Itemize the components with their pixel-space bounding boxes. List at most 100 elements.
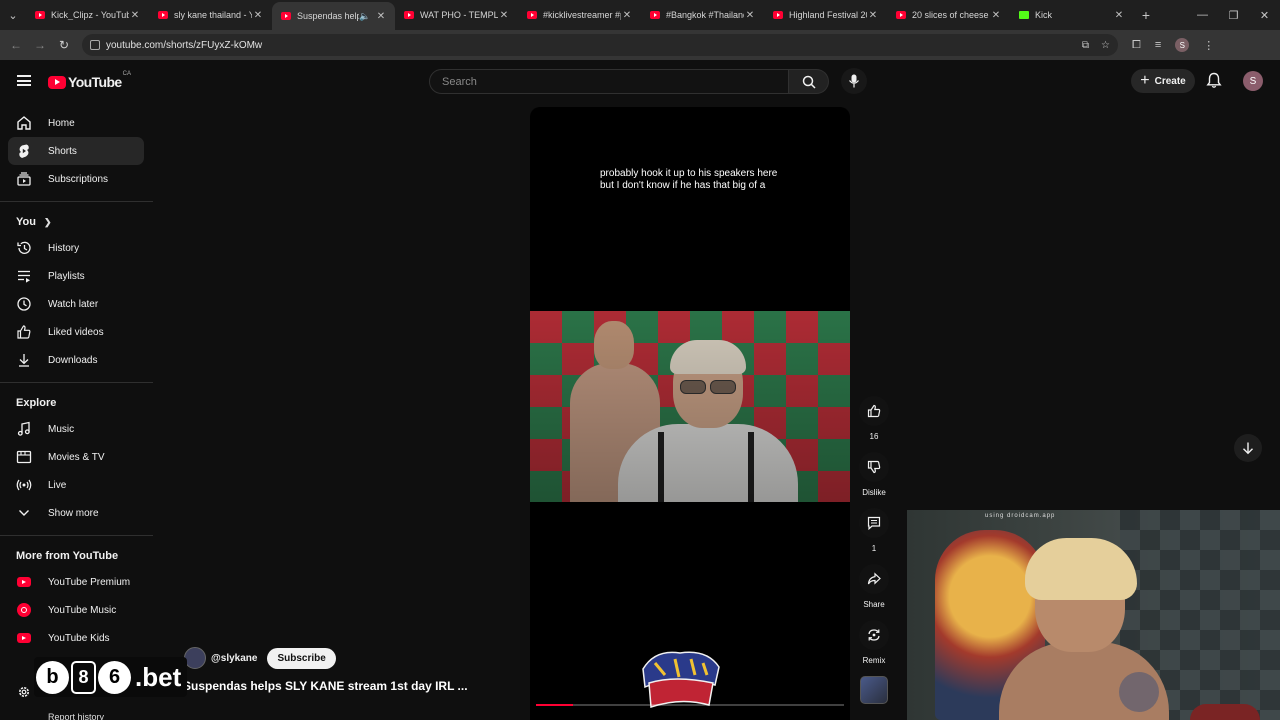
tab-audio-icon[interactable]: 🔈 (359, 11, 371, 22)
browser-tab[interactable]: WAT PHO - TEMPLE ✕ (395, 0, 518, 30)
youtube-favicon-icon (650, 11, 660, 19)
sidebar-item-subscriptions[interactable]: Subscriptions (8, 165, 144, 193)
sidebar-item-watch-later[interactable]: Watch later (8, 290, 144, 318)
close-tab-icon[interactable]: ✕ (1113, 10, 1125, 21)
forward-button[interactable]: → (28, 38, 52, 52)
youtube-favicon-icon (281, 12, 291, 20)
explore-section-heading: Explore (0, 391, 153, 415)
sidebar-item-report-history[interactable]: Report history (48, 712, 104, 720)
more-from-youtube-heading: More from YouTube (0, 544, 153, 568)
you-section-heading[interactable]: You ❯ (0, 210, 153, 234)
back-button[interactable]: ← (4, 38, 28, 52)
minimize-button[interactable]: — (1187, 9, 1218, 22)
subscriptions-icon (16, 171, 32, 187)
voice-search-button[interactable] (841, 68, 867, 94)
sidebar-item-downloads[interactable]: Downloads (8, 346, 144, 374)
sidebar-item-playlists[interactable]: Playlists (8, 262, 144, 290)
create-button[interactable]: + Create (1131, 69, 1195, 93)
channel-handle[interactable]: @slykane (211, 653, 257, 664)
install-app-icon[interactable]: ⧉ (1082, 40, 1089, 51)
new-tab-button[interactable]: + (1133, 7, 1159, 23)
close-tab-icon[interactable]: ✕ (252, 10, 264, 21)
media-controls-icon[interactable]: ≡ (1155, 39, 1161, 51)
sponsor-logo-part-1: b (36, 660, 69, 694)
sidebar-item-history[interactable]: History (8, 234, 144, 262)
youtube-premium-icon (16, 574, 32, 590)
browser-tab[interactable]: #Bangkok #Thailand ✕ (641, 0, 764, 30)
browser-tab[interactable]: Highland Festival 20 ✕ (764, 0, 887, 30)
browser-profile-avatar[interactable]: S (1175, 38, 1190, 52)
omnibox[interactable]: youtube.com/shorts/zFUyxZ-kOMw ⧉ ☆ (82, 34, 1118, 56)
chair (1190, 704, 1260, 720)
sidebar-item-label: Movies & TV (48, 451, 105, 463)
search-input[interactable] (442, 75, 788, 88)
subscribe-button[interactable]: Subscribe (267, 647, 336, 669)
account-avatar[interactable]: S (1243, 71, 1263, 91)
close-tab-icon[interactable]: ✕ (129, 10, 141, 21)
share-label: Share (863, 600, 885, 609)
window-controls: — ❐ ✕ (1187, 9, 1280, 22)
notifications-button[interactable] (1206, 72, 1222, 94)
like-button[interactable] (859, 396, 889, 426)
close-tab-icon[interactable]: ✕ (498, 10, 510, 21)
sidebar-item-liked-videos[interactable]: Liked videos (8, 318, 144, 346)
shorts-player[interactable]: probably hook it up to his speakers here… (530, 107, 850, 720)
sidebar-item-label: Music (48, 423, 75, 435)
browser-menu-icon[interactable]: ⋮ (1203, 39, 1214, 52)
dislike-action: Dislike (858, 452, 890, 497)
audio-source-thumbnail[interactable] (860, 676, 888, 704)
tab-title: #Bangkok #Thailand (666, 10, 744, 20)
sidebar-item-live[interactable]: Live (8, 471, 144, 499)
tab-search-button[interactable]: ⌄ (0, 0, 26, 30)
youtube-masthead: YouTube CA + Create S (0, 62, 1280, 100)
youtube-logo[interactable]: YouTube CA (48, 71, 131, 90)
dislike-button[interactable] (859, 452, 889, 482)
maximize-button[interactable]: ❐ (1218, 9, 1249, 22)
bookmark-star-icon[interactable]: ☆ (1101, 40, 1110, 51)
chevron-right-icon: ❯ (43, 216, 52, 227)
guide-menu-icon[interactable] (17, 75, 31, 86)
browser-tab[interactable]: Kick_Clipz - YouTube ✕ (26, 0, 149, 30)
search-button[interactable] (789, 69, 829, 94)
close-tab-icon[interactable]: ✕ (621, 10, 633, 21)
extensions-icon[interactable]: ⧠ (1132, 39, 1141, 52)
video-progress-bar[interactable] (536, 704, 844, 706)
sponsor-logo-part-3: 6 (98, 660, 131, 694)
settings-icon[interactable] (17, 685, 31, 704)
browser-tab[interactable]: Suspendas helps🔈 ✕ (272, 2, 395, 30)
comments-button[interactable] (859, 508, 889, 538)
close-tab-icon[interactable]: ✕ (375, 11, 387, 22)
sidebar-item-shorts[interactable]: Shorts (8, 137, 144, 165)
sidebar-item-music[interactable]: Music (8, 415, 144, 443)
sidebar-item-label: Liked videos (48, 326, 104, 338)
remix-button[interactable] (859, 620, 889, 650)
close-tab-icon[interactable]: ✕ (867, 10, 879, 21)
browser-tab[interactable]: sly kane thailand - Yo ✕ (149, 0, 272, 30)
channel-avatar[interactable] (184, 647, 206, 669)
sidebar-item-movies-tv[interactable]: Movies & TV (8, 443, 144, 471)
chevron-down-icon (16, 505, 32, 521)
browser-tab[interactable]: Kick ✕ (1010, 0, 1133, 30)
sidebar-item-youtube-premium[interactable]: YouTube Premium (8, 568, 144, 596)
reload-button[interactable]: ↻ (52, 38, 76, 52)
share-button[interactable] (859, 564, 889, 594)
close-tab-icon[interactable]: ✕ (990, 10, 1002, 21)
kick-favicon-icon (1019, 11, 1029, 19)
sidebar-item-home[interactable]: Home (8, 109, 144, 137)
more-heading-label: More from YouTube (16, 550, 119, 562)
sidebar-item-show-more[interactable]: Show more (8, 499, 144, 527)
sidebar-item-youtube-kids[interactable]: YouTube Kids (8, 624, 144, 652)
next-short-button[interactable] (1234, 434, 1262, 462)
close-tab-icon[interactable]: ✕ (744, 10, 756, 21)
graffiti-logo-image (642, 651, 720, 709)
tab-title: WAT PHO - TEMPLE (420, 10, 498, 20)
short-title[interactable]: Suspendas helps SLY KANE stream 1st day … (183, 679, 468, 693)
browser-tab[interactable]: #kicklivestreamer #p ✕ (518, 0, 641, 30)
sidebar-item-youtube-music[interactable]: YouTube Music (8, 596, 144, 624)
arrow-down-icon (1243, 442, 1253, 455)
browser-tab[interactable]: 20 slices of cheese b ✕ (887, 0, 1010, 30)
youtube-music-icon (16, 602, 32, 618)
webcam-watermark: using droidcam.app (985, 513, 1056, 519)
site-info-icon[interactable] (90, 40, 100, 50)
close-window-button[interactable]: ✕ (1249, 9, 1280, 22)
